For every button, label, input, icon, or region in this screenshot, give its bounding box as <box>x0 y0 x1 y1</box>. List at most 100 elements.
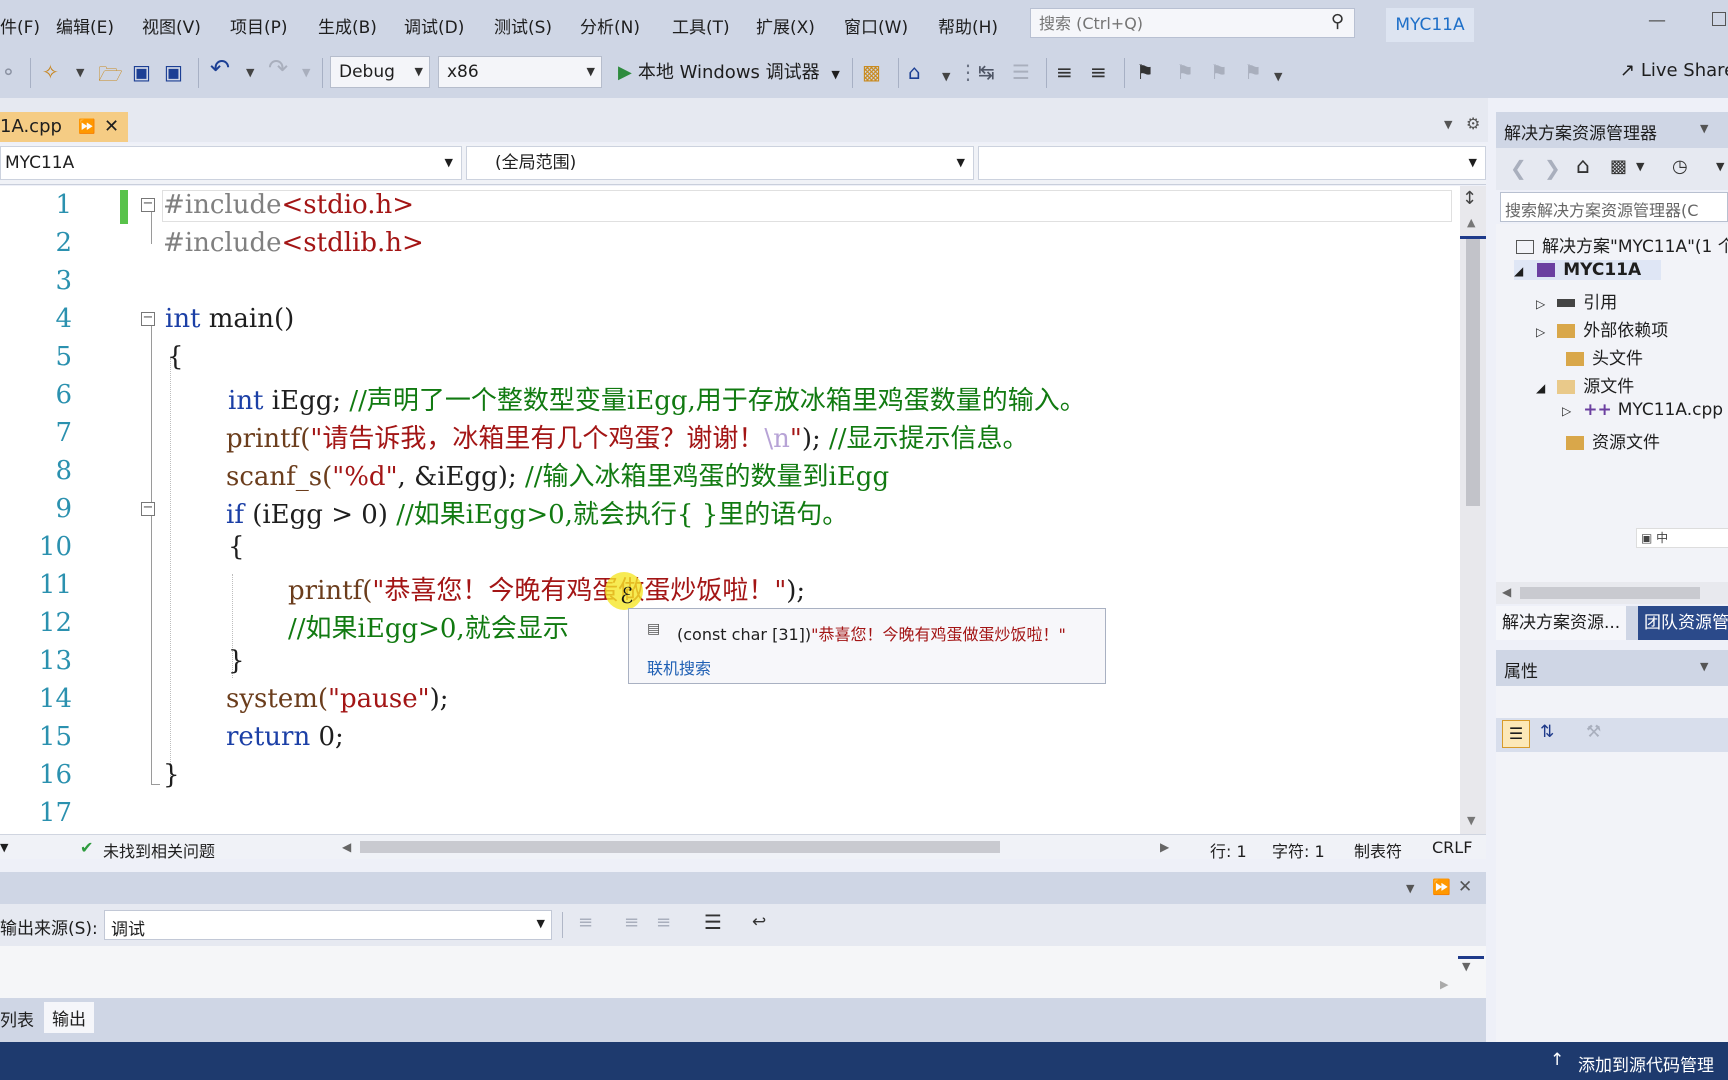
tree-item-source-files[interactable]: ◢ 源文件 <box>1536 372 1634 397</box>
word-wrap-icon[interactable]: ↩ <box>752 912 766 932</box>
home-window-icon[interactable]: ⌂ <box>908 60 921 84</box>
menu-build[interactable]: 生成(B) <box>318 13 377 38</box>
solution-config-select[interactable]: Debug ▼ <box>330 56 430 88</box>
scrollbar-thumb[interactable] <box>1520 587 1700 599</box>
quick-search-box[interactable]: ⚲ <box>1030 8 1355 38</box>
forward-icon[interactable]: ❯ <box>1544 156 1561 180</box>
solution-explorer-search[interactable]: 搜索解决方案资源管理器(C <box>1500 192 1728 222</box>
close-icon[interactable]: ✕ <box>1458 877 1472 897</box>
tab-team-explorer[interactable]: 团队资源管 <box>1638 606 1728 640</box>
tab-indicator[interactable]: 制表符 <box>1354 838 1402 862</box>
undo-icon[interactable]: ↶ <box>210 54 230 82</box>
next-message-icon[interactable]: ≡ <box>656 912 671 933</box>
tab-list-dropdown-icon[interactable]: ▼ <box>1444 118 1452 131</box>
new-project-icon[interactable]: ✧ <box>42 60 59 84</box>
chevron-down-icon[interactable]: ▼ <box>76 66 84 79</box>
solution-explorer-hscroll[interactable]: ◀ <box>1496 582 1728 604</box>
save-all-icon[interactable]: ▣ <box>164 60 183 84</box>
tab-output[interactable]: 输出 <box>44 1002 94 1033</box>
menu-test[interactable]: 测试(S) <box>494 13 552 38</box>
panel-menu-icon[interactable]: ▼ <box>1406 882 1414 895</box>
chevron-down-icon[interactable]: ▼ <box>246 66 254 79</box>
zoom-dropdown-icon[interactable]: ▼ <box>0 841 8 854</box>
settings-gear-icon[interactable]: ⚙ <box>1466 114 1480 133</box>
live-share-button[interactable]: ↗ Live Share <box>1620 60 1728 81</box>
scroll-left-icon[interactable]: ◀ <box>342 840 351 854</box>
issues-status[interactable]: 未找到相关问题 <box>103 838 215 862</box>
panel-menu-icon[interactable]: ▼ <box>1700 122 1708 135</box>
pending-changes-icon[interactable]: ◷ <box>1672 156 1688 177</box>
split-editor-icon[interactable]: ↕ <box>1462 188 1477 209</box>
scrollbar-thumb[interactable] <box>1466 236 1480 506</box>
line-ending-indicator[interactable]: CRLF <box>1432 838 1472 857</box>
scroll-down-icon[interactable]: ▼ <box>1467 814 1475 827</box>
switch-views-icon[interactable]: ▩ <box>1610 156 1627 177</box>
menu-edit[interactable]: 编辑(E) <box>56 13 114 38</box>
tree-item-external-deps[interactable]: ▷ 外部依赖项 <box>1536 316 1668 341</box>
char-indicator[interactable]: 字符: 1 <box>1272 838 1325 862</box>
tree-item-project[interactable]: ◢ MYC11A <box>1514 260 1662 280</box>
add-to-source-control-button[interactable]: 添加到源代码管理 <box>1578 1051 1714 1076</box>
tab-solution-explorer[interactable]: 解决方案资源... <box>1496 606 1627 640</box>
chevron-down-icon[interactable]: ▼ <box>1636 160 1644 173</box>
output-content[interactable]: ▼ ▶ <box>0 946 1486 998</box>
redo-icon[interactable]: ↷ <box>268 54 288 82</box>
browse-icon[interactable]: ▩ <box>862 60 881 84</box>
scroll-right-icon[interactable]: ▶ <box>1440 978 1448 991</box>
project-scope-select[interactable]: MYC11A ▼ <box>0 146 462 180</box>
tab-error-list[interactable]: 列表 <box>0 1006 34 1031</box>
chevron-down-icon[interactable]: ▼ <box>1716 160 1724 173</box>
bookmark-icon[interactable]: ⚑ <box>1136 60 1154 84</box>
close-icon[interactable]: ✕ <box>104 112 119 142</box>
search-input[interactable] <box>1031 9 1321 37</box>
line-indicator[interactable]: 行: 1 <box>1210 838 1247 862</box>
platform-select[interactable]: x86 ▼ <box>438 56 602 88</box>
open-folder-icon[interactable]: 🗁 <box>98 60 123 94</box>
step-disabled-icon[interactable]: ☰ <box>1012 60 1030 84</box>
tree-item-header-files[interactable]: 头文件 <box>1566 344 1643 369</box>
menu-file[interactable]: 件(F) <box>0 13 40 38</box>
back-nav-icon[interactable]: ⚬ <box>0 60 17 84</box>
menu-debug[interactable]: 调试(D) <box>404 13 464 38</box>
alphabetical-icon[interactable]: ⇅ <box>1540 722 1554 742</box>
output-source-select[interactable]: 调试 ▼ <box>104 910 552 940</box>
chevron-down-icon[interactable]: ▼ <box>942 70 950 83</box>
home-icon[interactable]: ⌂ <box>1576 154 1590 179</box>
scroll-down-icon[interactable]: ▼ <box>1462 960 1470 973</box>
chevron-down-icon[interactable]: ▼ <box>302 66 310 79</box>
start-debugging-button[interactable]: ▶ 本地 Windows 调试器 ▼ <box>618 58 840 84</box>
menu-analyze[interactable]: 分析(N) <box>580 13 640 38</box>
scroll-right-icon[interactable]: ▶ <box>1160 840 1169 854</box>
collapse-toggle-icon[interactable]: − <box>141 311 155 326</box>
horizontal-scroll-thumb[interactable] <box>360 841 1000 853</box>
clear-all-icon[interactable]: ☰ <box>704 910 722 934</box>
chevron-down-icon[interactable]: ▼ <box>1274 70 1282 83</box>
prev-message-icon[interactable]: ≡ <box>624 912 639 933</box>
uncomment-lines-icon[interactable]: ≡ <box>1090 60 1107 84</box>
clear-bookmarks-icon[interactable]: ⚑ <box>1244 60 1262 84</box>
menu-view[interactable]: 视图(V) <box>142 13 201 38</box>
comment-lines-icon[interactable]: ≡ <box>1056 60 1073 84</box>
minimize-icon[interactable]: — <box>1648 10 1666 31</box>
pin-icon[interactable]: ⏩ <box>78 112 95 142</box>
step-icon[interactable]: ↹ <box>978 60 995 84</box>
scroll-up-icon[interactable]: ▲ <box>1467 216 1475 229</box>
next-bookmark-icon[interactable]: ⚑ <box>1210 60 1228 84</box>
online-search-link[interactable]: 联机搜索 <box>647 655 711 679</box>
menu-help[interactable]: 帮助(H) <box>938 13 998 38</box>
global-scope-select[interactable]: (全局范围) ▼ <box>466 146 974 180</box>
restore-icon[interactable] <box>1712 12 1726 26</box>
prev-bookmark-icon[interactable]: ⚑ <box>1176 60 1194 84</box>
tab-file[interactable]: 1A.cpp ⏩ ✕ <box>0 112 128 142</box>
tree-item-cpp-file[interactable]: ▷ ++ MYC11A.cpp <box>1562 400 1723 420</box>
panel-menu-icon[interactable]: ▼ <box>1700 660 1708 673</box>
member-select[interactable]: ▼ <box>978 146 1486 180</box>
tree-item-resource-files[interactable]: 资源文件 <box>1566 428 1660 453</box>
back-icon[interactable]: ❮ <box>1510 156 1527 180</box>
categorized-icon[interactable]: ☰ <box>1502 720 1530 748</box>
tree-item-references[interactable]: ▷ 引用 <box>1536 288 1617 313</box>
scroll-left-icon[interactable]: ◀ <box>1502 585 1511 599</box>
tree-item-solution[interactable]: 解决方案"MYC11A"(1 个 <box>1516 232 1728 257</box>
property-pages-icon[interactable]: ⚒ <box>1586 722 1601 742</box>
find-message-icon[interactable]: ≡ <box>578 912 593 933</box>
